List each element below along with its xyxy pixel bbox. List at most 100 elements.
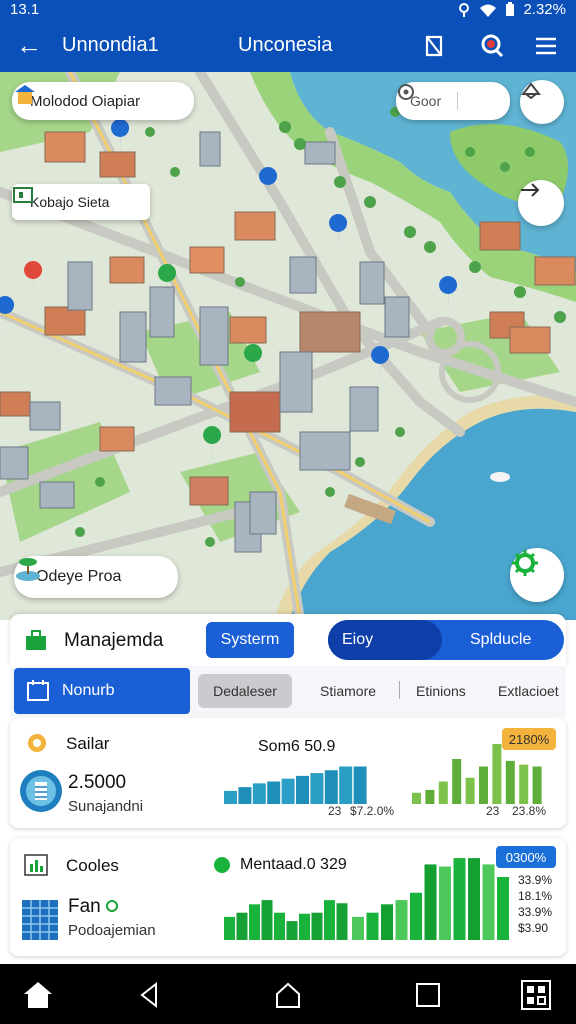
bar-2-3	[381, 904, 393, 940]
chart2-badge-text: 0300%	[505, 849, 547, 865]
stats-card-2[interactable]: Cooles Fan Podoajemian Mentaad.0 329 030…	[10, 838, 566, 956]
home-circle-icon[interactable]	[272, 980, 304, 1010]
bar-1-5	[274, 912, 285, 940]
side-value-1: 33.9%	[518, 873, 553, 887]
bar-1-2	[236, 912, 248, 940]
bar-2-6	[424, 864, 437, 940]
bar-2-9	[468, 858, 480, 940]
calendar-icon	[27, 680, 49, 701]
tab-3[interactable]: Stiamore	[320, 683, 376, 699]
battery-percent: 2.32%	[523, 1, 566, 18]
bar-1-10	[353, 766, 367, 804]
recents-icon[interactable]	[412, 980, 444, 1010]
bar-2-4	[452, 759, 462, 804]
bar-1-7	[299, 913, 310, 940]
pill-divider	[457, 92, 459, 110]
panel-title: Manajemda	[64, 630, 164, 651]
status-time: 13.1	[10, 1, 40, 18]
toggle-option-right[interactable]: Splducle	[470, 631, 531, 649]
tab-2[interactable]: Dedaleser	[198, 674, 292, 708]
system-button-label: Systerm	[220, 631, 280, 648]
place-label-card[interactable]: Kobajo Sieta	[12, 184, 150, 220]
search-icon[interactable]	[478, 32, 506, 60]
sun-icon	[28, 734, 46, 752]
tab-5[interactable]: Extlacioet	[498, 683, 559, 699]
map-canvas	[0, 72, 576, 620]
map-filter-pill[interactable]: Goor	[396, 82, 510, 120]
bar-2-1	[352, 916, 364, 940]
bar-2-5	[410, 892, 422, 940]
side-value-2: 18.1%	[518, 889, 553, 903]
bar-1-3	[252, 783, 266, 804]
card1-sub: Sunajandni	[68, 798, 144, 815]
city-map[interactable]: Molodod Oiapiar Goor Kobajo Sieta Odeye …	[0, 72, 576, 620]
recenter-button[interactable]	[510, 548, 564, 602]
app-root: { "status": { "time": "13.1", "battery":…	[0, 0, 576, 1024]
app-bar: ← Unnondia1 Unconesia	[0, 20, 576, 72]
category-tabs: Nonurb Dedaleser Stiamore Etinions Extla…	[10, 666, 566, 716]
globe-building-icon	[20, 770, 62, 812]
wifi-icon	[480, 4, 497, 17]
bar-2-7	[492, 744, 502, 804]
status-bar: 13.1 2.32%	[0, 0, 576, 20]
toggle-option-left[interactable]: Eioy	[328, 620, 442, 660]
qr-scan-icon[interactable]	[520, 980, 552, 1010]
home-icon[interactable]	[22, 980, 54, 1010]
stats-card-1[interactable]: Sailar 2.5000 Sunajandni Som6 50.9 2180%…	[10, 718, 566, 828]
bar-1-3	[249, 904, 260, 940]
bar-2-2	[425, 789, 435, 804]
bar-2-3	[438, 781, 448, 804]
directions-icon	[521, 183, 540, 197]
menu-icon[interactable]	[532, 32, 560, 60]
tab-active[interactable]: Nonurb	[14, 668, 190, 714]
app-title-left: Unnondia1	[62, 34, 159, 56]
building-logo-icon	[15, 85, 35, 104]
bar-1-9	[339, 766, 353, 804]
card2-title: Cooles	[66, 856, 119, 875]
bar-1-8	[311, 912, 323, 940]
back-triangle-icon[interactable]	[134, 980, 166, 1010]
place-label-bottom[interactable]: Odeye Proa	[14, 556, 178, 598]
card1-value: 2.5000	[68, 772, 127, 793]
bar-2-7	[439, 866, 451, 940]
place-label-text: Kobajo Sieta	[30, 194, 110, 210]
bar-1-10	[336, 903, 348, 940]
tab-4[interactable]: Etinions	[416, 683, 466, 699]
back-arrow-icon[interactable]: ←	[16, 32, 42, 58]
layers-icon	[520, 82, 542, 100]
directions-button[interactable]	[518, 180, 564, 226]
system-button[interactable]: Systerm	[206, 622, 294, 658]
chart1-axis-c: 23	[486, 804, 500, 818]
bar-2-1	[412, 792, 421, 804]
bar-2-5	[465, 777, 475, 804]
map-layer-icon[interactable]	[420, 32, 448, 60]
status-icons: 2.32%	[457, 1, 566, 18]
target-icon[interactable]	[396, 82, 416, 102]
office-building-icon	[22, 900, 58, 940]
bar-1-8	[324, 770, 338, 804]
card2-value: Fan	[68, 896, 101, 917]
briefcase-icon	[26, 630, 46, 650]
island-icon	[16, 558, 40, 581]
side-value-4: $3.90	[518, 921, 549, 935]
location-search-label: Molodod Oiapiar	[30, 92, 141, 110]
location-search-pill[interactable]: Molodod Oiapiar	[12, 82, 194, 120]
chart1-axis-a: 23	[328, 804, 342, 818]
settings-gear-icon	[512, 550, 538, 576]
system-nav-bar	[0, 964, 576, 1024]
bar-1-1	[224, 916, 235, 940]
side-value-3: 33.9%	[518, 905, 553, 919]
chart2-side-values: 33.9% 18.1% 33.9% $3.90	[518, 872, 552, 936]
management-panel: Manajemda Systerm Eioy Splducle Nonurb D…	[10, 614, 566, 964]
location-icon	[459, 2, 470, 17]
bar-1-4	[267, 781, 281, 804]
bar-2-8	[505, 760, 515, 804]
map-style-button[interactable]	[520, 80, 564, 124]
chart1-axis-d: 23.8%	[512, 804, 547, 818]
bar-2-9	[519, 764, 529, 804]
bar-2-4	[395, 900, 408, 940]
view-toggle[interactable]: Eioy Splducle	[328, 620, 564, 660]
bar-2-11	[497, 877, 509, 940]
bar-1-7	[310, 773, 324, 804]
chart1-axis-b: $7.2.0%	[350, 804, 395, 818]
